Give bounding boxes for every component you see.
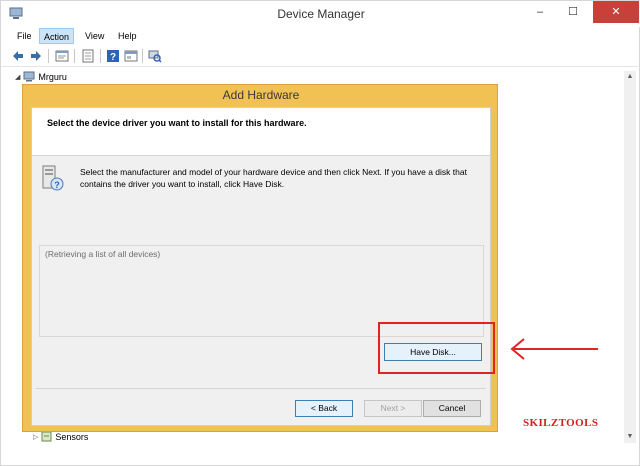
toolbar-separator: [48, 49, 49, 63]
vertical-scrollbar[interactable]: ▲ ▼: [624, 71, 636, 443]
title-bar: Device Manager – ☐ ✕: [1, 1, 640, 27]
menu-view[interactable]: View: [81, 28, 108, 44]
window-icon[interactable]: [124, 49, 138, 63]
svg-text:?: ?: [110, 52, 116, 63]
cancel-button[interactable]: Cancel: [423, 400, 481, 417]
dialog-heading: Select the device driver you want to ins…: [47, 118, 307, 128]
red-highlight-box: [378, 322, 495, 374]
tree-root-label: Mrguru: [38, 71, 67, 82]
dialog-title: Add Hardware: [222, 88, 300, 102]
computer-icon: [23, 71, 35, 82]
scroll-up-icon[interactable]: ▲: [624, 71, 636, 83]
list-status-text: (Retrieving a list of all devices): [45, 249, 161, 259]
minimize-button[interactable]: –: [525, 1, 555, 23]
menu-action[interactable]: Action: [39, 28, 75, 44]
scan-hardware-icon[interactable]: [148, 49, 162, 63]
menu-bar: File Action View Help: [1, 27, 640, 45]
console-tree-icon[interactable]: [81, 49, 95, 63]
next-button[interactable]: Next >: [364, 400, 422, 417]
expand-arrow-icon[interactable]: ◢: [15, 73, 20, 81]
toolbar-separator: [100, 49, 101, 63]
properties-icon[interactable]: [55, 49, 69, 63]
dialog-divider: [36, 388, 486, 389]
toolbar-separator: [74, 49, 75, 63]
dialog-header: Select the device driver you want to ins…: [32, 108, 490, 156]
svg-text:?: ?: [54, 180, 60, 190]
hardware-help-icon: ?: [42, 165, 64, 191]
toolbar: ?: [1, 45, 640, 67]
dialog-instructions: Select the manufacturer and model of you…: [80, 167, 467, 189]
sensors-icon: [41, 431, 52, 442]
tree-root[interactable]: ◢ Mrguru: [15, 71, 67, 82]
back-arrow-icon[interactable]: [11, 49, 25, 63]
scroll-down-icon[interactable]: ▼: [624, 431, 636, 443]
tree-item-label: Sensors: [55, 431, 89, 442]
red-arrow-icon: [510, 338, 598, 360]
menu-file[interactable]: File: [13, 28, 36, 44]
menu-help[interactable]: Help: [114, 28, 141, 44]
close-button[interactable]: ✕: [593, 1, 639, 23]
watermark: SKILZTOOLS: [523, 417, 599, 429]
tree-item-sensors[interactable]: ▷ Sensors: [33, 431, 88, 442]
dialog-body: Select the device driver you want to ins…: [31, 107, 491, 426]
maximize-button[interactable]: ☐: [558, 1, 588, 23]
toolbar-separator: [142, 49, 143, 63]
add-hardware-dialog: Add Hardware Select the device driver yo…: [22, 84, 498, 432]
collapse-arrow-icon[interactable]: ▷: [33, 433, 38, 441]
forward-arrow-icon[interactable]: [29, 49, 43, 63]
help-icon[interactable]: ?: [106, 49, 120, 63]
back-button[interactable]: < Back: [295, 400, 353, 417]
